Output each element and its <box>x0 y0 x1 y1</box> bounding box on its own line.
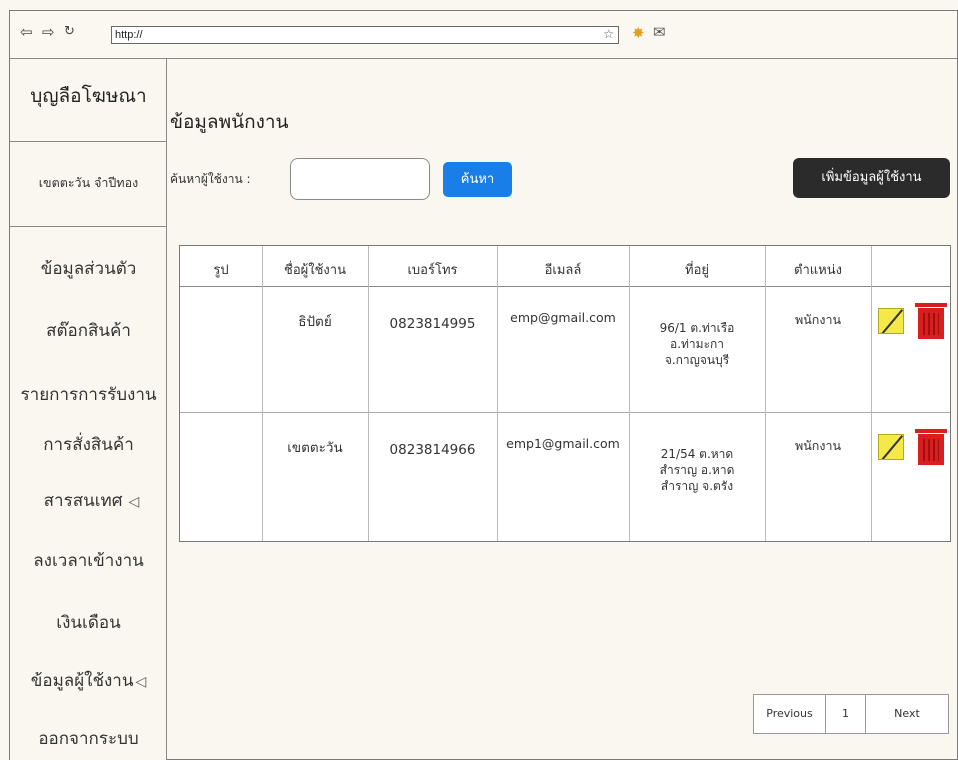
sidebar-item-users[interactable]: ข้อมูลผู้ใช้งาน ◁ <box>10 667 167 694</box>
cell-position: พนักงาน <box>794 312 842 327</box>
sidebar-item-logout[interactable]: ออกจากระบบ <box>10 725 167 752</box>
add-user-button[interactable]: เพิ่มข้อมูลผู้ใช้งาน <box>793 158 950 198</box>
cell-phone: 0823814995 <box>389 316 476 332</box>
sidebar-item-time-attendance[interactable]: ลงเวลาเข้างาน <box>10 547 167 574</box>
edit-icon[interactable] <box>878 308 904 334</box>
cell-username: ธิปัตย์ <box>298 314 332 330</box>
search-label: ค้นหาผู้ใช้งาน : <box>170 172 251 186</box>
page-title: ข้อมูลพนักงาน <box>170 111 289 133</box>
column-divider <box>262 246 263 541</box>
address-bar-text: http:// <box>115 29 143 41</box>
column-divider <box>871 246 872 541</box>
delete-icon[interactable] <box>915 303 947 339</box>
sidebar-item-information[interactable]: สารสนเทศ ◁ <box>10 487 167 514</box>
extension-icon[interactable]: ✸ <box>632 24 645 42</box>
sidebar-item-label: ออกจากระบบ <box>38 729 139 749</box>
column-divider <box>497 246 498 541</box>
column-divider <box>368 246 369 541</box>
users-table: รูป ชื่อผู้ใช้งาน เบอร์โทร อีเมลล์ ที่อย… <box>179 245 951 542</box>
header-phone: เบอร์โทร <box>407 263 458 278</box>
address-bar[interactable]: http:// ☆ <box>111 26 619 44</box>
sidebar-item-label: สต๊อกสินค้า <box>46 321 131 341</box>
sidebar-item-label: รายการการรับงาน <box>20 385 157 405</box>
sidebar-item-stock[interactable]: สต๊อกสินค้า <box>10 317 167 344</box>
user-divider <box>10 226 167 227</box>
pagination-page-1[interactable]: 1 <box>826 695 866 733</box>
header-address: ที่อยู่ <box>685 263 709 278</box>
cell-phone: 0823814966 <box>389 442 476 458</box>
brand-divider <box>10 141 167 142</box>
sidebar-item-purchase-orders[interactable]: การสั่งสินค้า <box>10 431 167 458</box>
forward-arrow-icon[interactable]: ⇨ <box>42 23 55 41</box>
cell-address: 96/1 ต.ท่าเรือ อ.ท่ามะกา จ.กาญจนบุรี <box>629 320 765 368</box>
address-line: 21/54 ต.หาด <box>660 447 734 461</box>
reload-icon[interactable]: ↻ <box>64 23 75 41</box>
header-username: ชื่อผู้ใช้งาน <box>284 263 346 278</box>
browser-toolbar: ⇦ ⇨ ↻ http:// ☆ ✸ ✉ <box>10 11 957 59</box>
brand-name: บุญลือโฆษณา <box>30 85 147 107</box>
sidebar-item-job-orders[interactable]: รายการการรับงาน <box>10 381 167 408</box>
address-line: 96/1 ต.ท่าเรือ <box>659 321 735 335</box>
search-button[interactable]: ค้นหา <box>443 162 512 197</box>
header-position: ตำแหน่ง <box>794 263 842 278</box>
address-line: อ.ท่ามะกา <box>669 337 725 351</box>
mail-icon[interactable]: ✉ <box>653 23 666 41</box>
cell-email: emp@gmail.com <box>510 310 616 325</box>
pagination-previous[interactable]: Previous <box>754 695 826 733</box>
edit-icon[interactable] <box>878 434 904 460</box>
current-user-name: เขตตะวัน จำปีทอง <box>38 175 139 190</box>
caret-left-icon: ◁ <box>128 494 140 510</box>
caret-left-icon: ◁ <box>135 674 147 690</box>
sidebar-item-label: การสั่งสินค้า <box>43 435 134 455</box>
header-email: อีเมลล์ <box>544 263 582 278</box>
bookmark-star-icon[interactable]: ☆ <box>603 26 614 42</box>
column-divider <box>629 246 630 541</box>
sidebar-item-salary[interactable]: เงินเดือน <box>10 609 167 636</box>
sidebar-item-profile[interactable]: ข้อมูลส่วนตัว <box>10 255 167 282</box>
header-photo: รูป <box>213 263 229 278</box>
sidebar-item-label: ข้อมูลผู้ใช้งาน <box>30 671 134 691</box>
back-arrow-icon[interactable]: ⇦ <box>20 23 33 41</box>
cell-position: พนักงาน <box>794 438 842 453</box>
pagination-next[interactable]: Next <box>866 695 948 733</box>
sidebar-item-label: สารสนเทศ <box>43 491 123 511</box>
cell-email: emp1@gmail.com <box>506 436 620 451</box>
sidebar-item-label: ข้อมูลส่วนตัว <box>40 259 137 279</box>
delete-icon[interactable] <box>915 429 947 465</box>
column-divider <box>765 246 766 541</box>
address-line: สำราญ จ.ตรัง <box>660 479 734 493</box>
cell-username: เขตตะวัน <box>287 440 343 456</box>
address-line: จ.กาญจนบุรี <box>664 353 730 367</box>
sidebar-item-label: ลงเวลาเข้างาน <box>33 551 144 571</box>
table-row-divider <box>180 412 950 413</box>
cell-address: 21/54 ต.หาด สำราญ อ.หาด สำราญ จ.ตรัง <box>629 446 765 494</box>
sidebar-item-label: เงินเดือน <box>56 613 121 633</box>
sidebar: บุญลือโฆษณา เขตตะวัน จำปีทอง ข้อมูลส่วนต… <box>10 59 167 760</box>
pagination: Previous 1 Next <box>753 694 949 734</box>
table-header-divider <box>180 286 950 287</box>
search-input[interactable] <box>290 158 430 200</box>
address-line: สำราญ อ.หาด <box>659 463 735 477</box>
